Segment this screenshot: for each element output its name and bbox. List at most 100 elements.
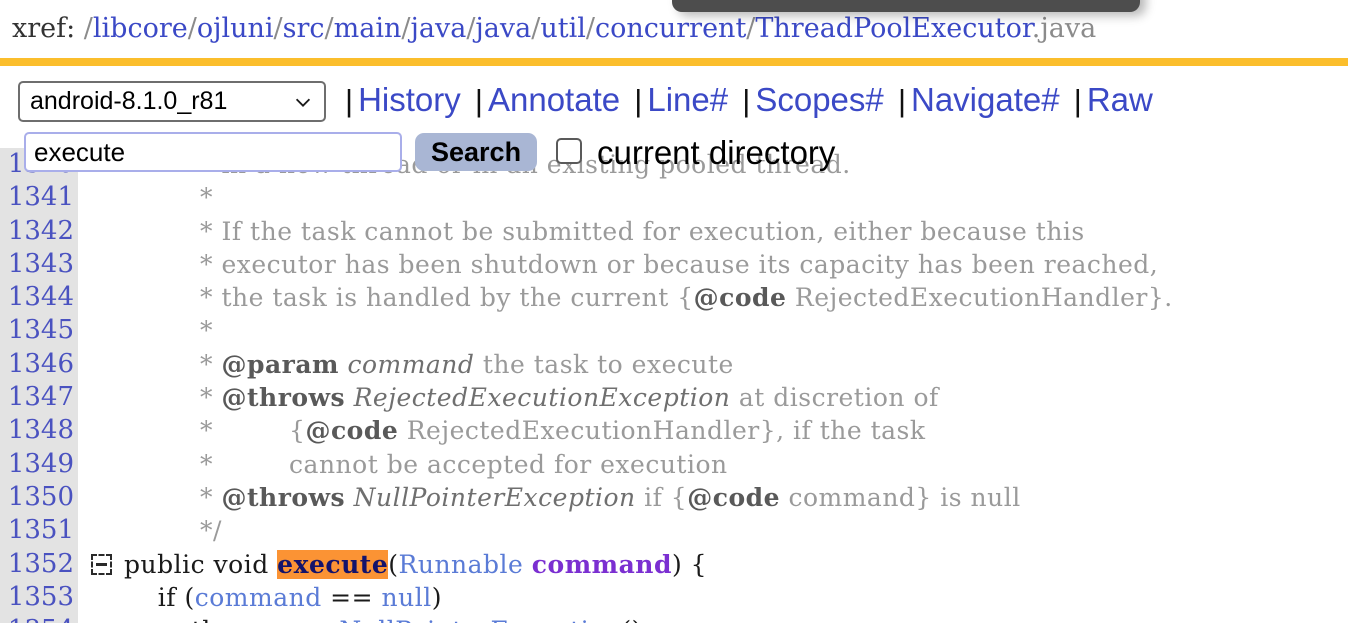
search-match-highlight[interactable]: execute: [277, 549, 389, 579]
toolbar-separator: |: [634, 83, 643, 118]
line-number[interactable]: 1347: [0, 381, 78, 414]
project-version-value: android-8.1.0_r81: [30, 87, 228, 115]
code-token: @code: [305, 416, 399, 446]
code-token: *: [124, 482, 222, 512]
code-token: RejectedExecutionException: [353, 383, 731, 413]
path-segment-java[interactable]: java: [475, 13, 531, 44]
code-token: * {: [124, 416, 306, 446]
code-token: public void: [124, 549, 278, 579]
toolbar-link-navigate[interactable]: Navigate#: [911, 81, 1060, 118]
toolbar-link-annotate[interactable]: Annotate: [488, 81, 620, 118]
line-number[interactable]: 1342: [0, 215, 78, 248]
code-token: *: [124, 316, 214, 346]
code-line: 1345 *: [0, 314, 1348, 347]
toolbar-separator: |: [742, 83, 751, 118]
line-number[interactable]: 1352: [0, 548, 78, 581]
toolbar-separator: |: [474, 83, 483, 118]
code-token: command: [194, 582, 322, 612]
project-version-select[interactable]: android-8.1.0_r81: [18, 81, 326, 122]
toolbar: android-8.1.0_r81 | History | Annotate | Li…: [0, 66, 1348, 128]
path-extension: .java: [1031, 13, 1097, 44]
source-code-viewer[interactable]: 1340 * in a new thread or in an existing…: [0, 148, 1348, 623]
line-number[interactable]: 1345: [0, 314, 78, 347]
path-segment-src[interactable]: src: [283, 13, 325, 44]
path-segment-main[interactable]: main: [334, 13, 402, 44]
toolbar-link-scopes[interactable]: Scopes#: [755, 81, 883, 118]
line-number[interactable]: 1344: [0, 281, 78, 314]
code-token: command: [347, 349, 475, 379]
code-text: */: [124, 514, 222, 547]
code-token: ) {: [671, 549, 708, 579]
code-token: if: [124, 582, 185, 612]
code-text: * cannot be accepted for execution: [124, 448, 728, 481]
current-directory-label: current directory: [597, 134, 836, 171]
code-token: (: [184, 582, 195, 612]
path-segment-java[interactable]: java: [410, 13, 466, 44]
accent-divider: [0, 58, 1348, 66]
code-token: * If the task cannot be submitted for ex…: [124, 216, 1085, 246]
code-text: * If the task cannot be submitted for ex…: [124, 215, 1085, 248]
path-segment-ojluni[interactable]: ojluni: [197, 13, 274, 44]
fold-cell: [78, 548, 124, 581]
code-line: 1347 * @throws RejectedExecutionExceptio…: [0, 381, 1348, 414]
code-line: 1349 * cannot be accepted for execution: [0, 448, 1348, 481]
code-token: @code: [687, 482, 781, 512]
code-token: if {: [635, 482, 688, 512]
path-separator: /: [324, 13, 334, 44]
code-token: *: [124, 349, 222, 379]
code-token: ): [431, 582, 442, 612]
line-number[interactable]: 1354: [0, 614, 78, 623]
line-number[interactable]: 1341: [0, 181, 78, 214]
code-token: * executor has been shutdown or because …: [124, 249, 1159, 279]
path-filename[interactable]: ThreadPoolExecutor: [755, 13, 1031, 44]
line-number[interactable]: 1353: [0, 581, 78, 614]
path-segment-libcore[interactable]: libcore: [93, 13, 188, 44]
toolbar-link-raw[interactable]: Raw: [1087, 81, 1153, 118]
code-line: 1354 throw new NullPointerException();: [0, 614, 1348, 623]
code-text: if (command == null): [124, 581, 442, 614]
code-token: RejectedExecutionHandler}, if the task: [398, 416, 926, 446]
toolbar-link-history[interactable]: History: [358, 81, 461, 118]
code-token: *: [124, 183, 214, 213]
code-line: 1342 * If the task cannot be submitted f…: [0, 215, 1348, 248]
code-token: at discretion of: [730, 383, 939, 413]
chevron-down-icon: [295, 98, 311, 107]
code-lines: 1340 * in a new thread or in an existing…: [0, 148, 1348, 623]
code-line: 1352 public void execute(Runnable command…: [0, 548, 1348, 581]
code-token: throw new: [124, 616, 339, 623]
code-text: public void execute(Runnable command) {: [124, 548, 707, 581]
code-text: * @param command the task to execute: [124, 348, 734, 381]
current-directory-checkbox[interactable]: [556, 138, 582, 164]
code-line: 1346 * @param command the task to execut…: [0, 348, 1348, 381]
search-bar: Search current directory: [0, 130, 1348, 182]
code-token: ();: [621, 616, 650, 623]
toolbar-separator: |: [1073, 83, 1082, 118]
code-token: command: [531, 549, 672, 579]
code-token: (: [388, 549, 399, 579]
line-number[interactable]: 1349: [0, 448, 78, 481]
code-token: @throws: [221, 383, 346, 413]
code-text: *: [124, 314, 213, 347]
search-button[interactable]: Search: [415, 133, 538, 171]
path-segment-concurrent[interactable]: concurrent: [595, 13, 746, 44]
code-text: * @throws RejectedExecutionException at …: [124, 381, 939, 414]
line-number[interactable]: 1351: [0, 514, 78, 547]
line-number[interactable]: 1346: [0, 348, 78, 381]
path-separator: /: [83, 13, 93, 44]
code-token: @code: [693, 283, 787, 313]
xref-path: /libcore/ojluni/src/main/java/java/util/…: [84, 13, 1096, 44]
browser-status-overlay: [672, 0, 1140, 12]
code-fold-collapse-icon[interactable]: [90, 553, 112, 575]
code-line: 1351 */: [0, 514, 1348, 547]
line-number[interactable]: 1343: [0, 248, 78, 281]
search-input[interactable]: [24, 132, 402, 172]
toolbar-link-line[interactable]: Line#: [647, 81, 728, 118]
code-token: @param: [221, 349, 339, 379]
line-number[interactable]: 1348: [0, 414, 78, 447]
line-number[interactable]: 1350: [0, 481, 78, 514]
xref-label: xref:: [12, 13, 76, 44]
path-segment-util[interactable]: util: [540, 13, 586, 44]
toolbar-separator: |: [345, 83, 354, 118]
code-line: 1344 * the task is handled by the curren…: [0, 281, 1348, 314]
